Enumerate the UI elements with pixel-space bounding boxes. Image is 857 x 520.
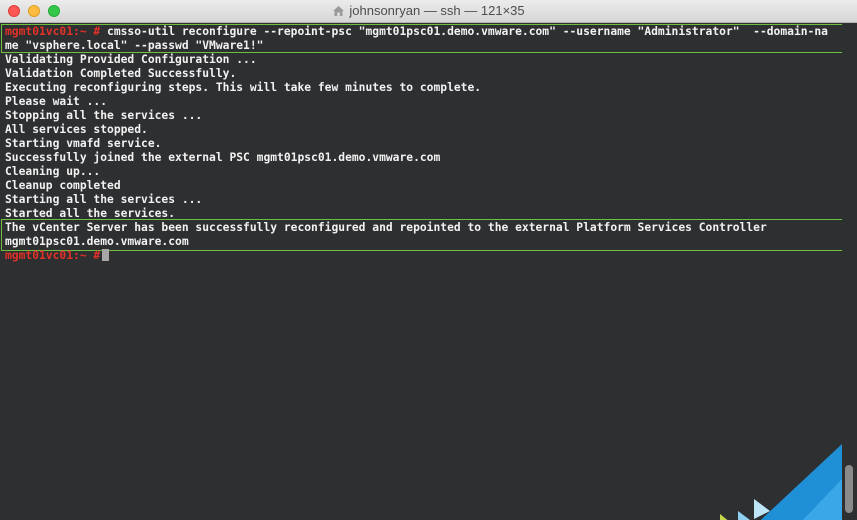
- result-line-continued: mgmt01psc01.demo.vmware.com: [5, 235, 189, 248]
- prompt: mgmt01vc01:~ #: [5, 249, 101, 262]
- final-prompt-line[interactable]: mgmt01vc01:~ #: [5, 249, 110, 263]
- terminal-window: johnsonryan — ssh — 121×35 mgmt01vc01:~ …: [0, 0, 857, 520]
- command-text: cmsso-util reconfigure --repoint-psc "mg…: [100, 25, 828, 38]
- output-line: Starting all the services ...: [5, 193, 203, 206]
- output-line: Validating Provided Configuration ...: [5, 53, 257, 66]
- command-line: mgmt01vc01:~ # cmsso-util reconfigure --…: [5, 25, 828, 39]
- terminal-content[interactable]: mgmt01vc01:~ # cmsso-util reconfigure --…: [0, 24, 842, 520]
- output-line: Executing reconfiguring steps. This will…: [5, 81, 482, 94]
- output-line: Stopping all the services ...: [5, 109, 203, 122]
- result-line: The vCenter Server has been successfully…: [5, 221, 767, 234]
- output-line: Cleaning up...: [5, 165, 101, 178]
- prompt: mgmt01vc01:~ #: [5, 25, 101, 38]
- window-title: johnsonryan — ssh — 121×35: [0, 3, 857, 20]
- scrollbar-thumb[interactable]: [845, 465, 853, 513]
- wallpaper-triangles-decoration: [720, 444, 842, 520]
- title-bar[interactable]: johnsonryan — ssh — 121×35: [0, 0, 857, 23]
- output-line: Starting vmafd service.: [5, 137, 162, 150]
- output-line: Successfully joined the external PSC mgm…: [5, 151, 441, 164]
- window-title-text: johnsonryan — ssh — 121×35: [349, 3, 525, 18]
- home-folder-icon: [332, 5, 345, 20]
- text-cursor: [102, 249, 110, 261]
- scrollbar-track[interactable]: [842, 24, 857, 520]
- command-line-continued: me "vsphere.local" --passwd "VMware1!": [5, 39, 264, 52]
- output-line: Started all the services.: [5, 207, 176, 220]
- output-line: Cleanup completed: [5, 179, 121, 192]
- output-line: Validation Completed Successfully.: [5, 67, 237, 80]
- output-line: All services stopped.: [5, 123, 148, 136]
- output-line: Please wait ...: [5, 95, 108, 108]
